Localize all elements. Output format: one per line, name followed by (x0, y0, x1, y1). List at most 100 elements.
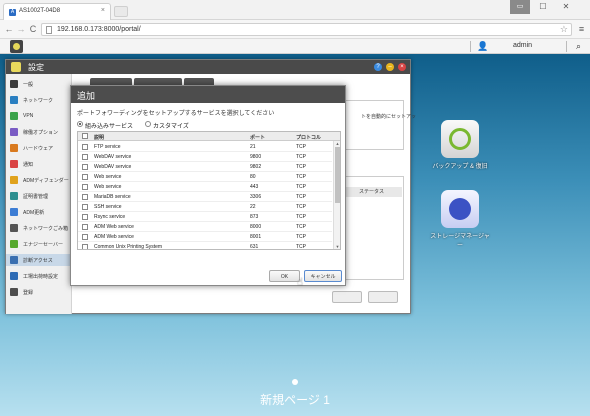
row-checkbox[interactable] (82, 234, 88, 240)
row-checkbox[interactable] (82, 204, 88, 210)
sidebar-item-label: ハードウェア (23, 146, 54, 152)
cell-desc: SSH service (94, 204, 122, 210)
table-row[interactable]: FTP service 21 TCP (78, 142, 332, 152)
table-row[interactable]: WebDAV service 9800 TCP (78, 152, 332, 162)
table-row[interactable]: Rsync service 873 TCP (78, 212, 332, 222)
table-row[interactable]: Web service 443 TCP (78, 182, 332, 192)
adm-top-bar: 👤 admin ⌕ (0, 39, 590, 54)
cell-port: 873 (250, 214, 259, 220)
table-scrollbar[interactable]: ▲ ▼ (333, 141, 340, 249)
address-bar: ← → C 192.168.0.173:8000/portal/ ☆ ≡ (0, 20, 590, 39)
sidebar-item-icon (10, 288, 18, 296)
table-row[interactable]: ADM Web service 8001 TCP (78, 232, 332, 242)
table-row[interactable]: Common Unix Printing System 631 TCP (78, 242, 332, 250)
divider (470, 41, 471, 52)
table-row[interactable]: SSH service 22 TCP (78, 202, 332, 212)
apply-button[interactable] (332, 291, 362, 303)
sidebar-item[interactable]: 証明書管理 (6, 190, 72, 202)
backup-restore-icon (441, 120, 479, 158)
dialog-description: ポートフォワーディングをセットアップするサービスを選択してください (77, 111, 275, 117)
sidebar-item[interactable]: VPN (6, 110, 72, 122)
sidebar-item[interactable]: ハードウェア (6, 142, 72, 154)
page-name: 新規ページ 1 (260, 393, 330, 407)
sidebar-item[interactable]: 登録 (6, 286, 72, 298)
dialog-title: 追加 (77, 91, 96, 101)
cancel-button[interactable]: キャンセル (304, 270, 342, 282)
sidebar-item[interactable]: 通知 (6, 158, 72, 170)
table-row[interactable]: ADM Web service 8000 TCP (78, 222, 332, 232)
forward-arrow-icon[interactable]: → (15, 23, 27, 36)
window-close-button[interactable]: ✕ (556, 0, 576, 14)
app-backup-restore[interactable]: バックアップ & 復旧 (430, 120, 490, 170)
browser-tab[interactable]: A AS1002T-04D8 × (3, 3, 111, 20)
sidebar-item[interactable]: 稼働オプション (6, 126, 72, 138)
sidebar-item-label: 稼働オプション (23, 130, 59, 136)
table-row[interactable]: MariaDB service 3306 TCP (78, 192, 332, 202)
window-minimize-button[interactable]: ▭ (510, 0, 530, 14)
cell-port: 9800 (250, 154, 262, 160)
back-arrow-icon[interactable]: ← (3, 23, 15, 36)
sidebar-item[interactable]: 工場出荷時設定 (6, 270, 72, 282)
row-checkbox[interactable] (82, 184, 88, 190)
help-button[interactable]: ? (374, 63, 382, 71)
row-checkbox[interactable] (82, 174, 88, 180)
column-port[interactable]: ポート (250, 134, 265, 141)
username-label[interactable]: admin (513, 42, 532, 49)
url-input[interactable]: 192.168.0.173:8000/portal/ ☆ (41, 23, 572, 36)
window-maximize-button[interactable]: ☐ (533, 0, 553, 14)
row-checkbox[interactable] (82, 144, 88, 150)
sidebar-item[interactable]: エナジーセーバー (6, 238, 72, 250)
sidebar-item[interactable]: 一般 (6, 78, 72, 90)
sidebar-item-label: エナジーセーバー (23, 242, 63, 248)
settings-titlebar[interactable]: 設定 ? – × (6, 60, 410, 74)
add-service-dialog: 追加 ポートフォワーディングをセットアップするサービスを選択してください 組み込… (70, 85, 346, 286)
row-checkbox[interactable] (82, 244, 88, 249)
bookmark-star-icon[interactable]: ☆ (560, 24, 568, 35)
sidebar-item[interactable]: 診断アクセス (6, 254, 72, 266)
table-row[interactable]: Web service 80 TCP (78, 172, 332, 182)
ok-button[interactable]: OK (269, 270, 300, 282)
scroll-up-icon[interactable]: ▲ (334, 141, 340, 146)
cell-proto: TCP (296, 244, 306, 250)
user-icon[interactable]: 👤 (477, 41, 488, 52)
minimize-button[interactable]: – (386, 63, 394, 71)
adm-home-icon[interactable] (10, 40, 23, 53)
builtin-services-label[interactable]: 組み込みサービス (85, 121, 133, 130)
customize-radio[interactable] (145, 121, 151, 127)
row-checkbox[interactable] (82, 164, 88, 170)
select-all-checkbox[interactable] (82, 133, 88, 139)
customize-label[interactable]: カスタマイズ (153, 121, 189, 130)
column-description[interactable]: 説明 (94, 134, 104, 141)
sidebar-item[interactable]: ネットワークごみ箱 (6, 222, 72, 234)
close-button[interactable]: × (398, 63, 406, 71)
app-storage-manager[interactable]: ストレージマネージャー (430, 190, 490, 249)
cell-port: 21 (250, 144, 256, 150)
column-protocol[interactable]: プロトコル (296, 134, 321, 141)
new-tab-button[interactable] (114, 6, 128, 17)
sidebar-item[interactable]: ADM更新 (6, 206, 72, 218)
cancel-settings-button[interactable] (368, 291, 398, 303)
sidebar-item[interactable]: ADMディフェンダー (6, 174, 72, 186)
page-indicator-dot[interactable] (292, 379, 298, 385)
cell-proto: TCP (296, 214, 306, 220)
sidebar-item[interactable]: ネットワーク (6, 94, 72, 106)
cell-proto: TCP (296, 224, 306, 230)
builtin-services-radio[interactable] (77, 121, 83, 127)
sidebar-item-icon (10, 272, 18, 280)
status-column-header[interactable]: ステータス (344, 187, 402, 197)
browser-menu-icon[interactable]: ≡ (576, 23, 587, 36)
tab-close-icon[interactable]: × (101, 7, 105, 14)
cell-port: 631 (250, 244, 259, 250)
row-checkbox[interactable] (82, 224, 88, 230)
search-icon[interactable]: ⌕ (573, 41, 584, 52)
scrollbar-thumb[interactable] (335, 147, 340, 203)
scroll-down-icon[interactable]: ▼ (334, 244, 340, 249)
row-checkbox[interactable] (82, 214, 88, 220)
row-checkbox[interactable] (82, 194, 88, 200)
table-row[interactable]: WebDAV service 9802 TCP (78, 162, 332, 172)
reload-icon[interactable]: C (27, 23, 39, 36)
sidebar-item-icon (10, 80, 18, 88)
settings-gear-icon (11, 62, 21, 72)
row-checkbox[interactable] (82, 154, 88, 160)
sidebar-item-label: ADMディフェンダー (23, 178, 69, 184)
